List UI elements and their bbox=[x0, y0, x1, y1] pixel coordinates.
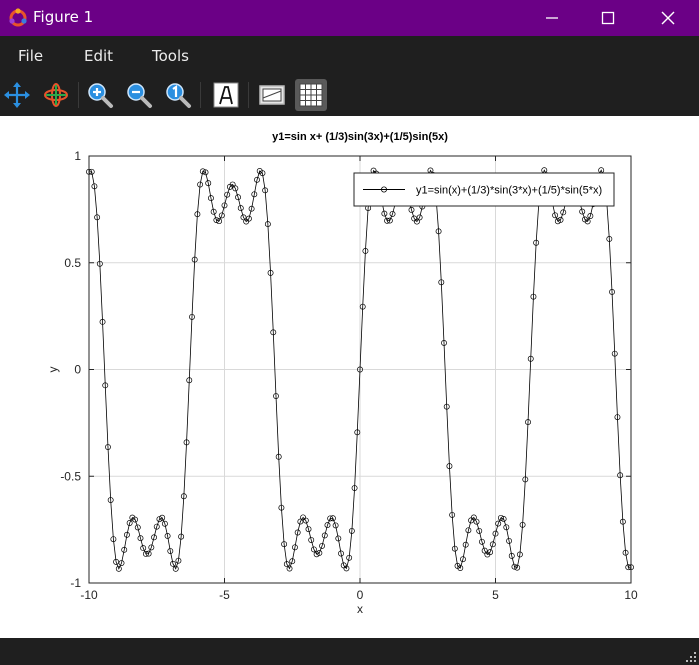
x-axis-label: x bbox=[357, 602, 363, 616]
axes-button[interactable] bbox=[256, 79, 288, 111]
close-icon bbox=[661, 11, 675, 25]
y-axis-label: y bbox=[46, 367, 60, 373]
x-tick-label: -5 bbox=[219, 588, 230, 602]
menu-bar: File Edit Tools bbox=[0, 36, 699, 74]
line-chart: -10 -5 0 5 10 -1 -0.5 0 0.5 1 y1=sin x+ (1/3)sin(… bbox=[46, 131, 638, 616]
pan-button[interactable] bbox=[1, 79, 33, 111]
x-tick-label: 0 bbox=[357, 588, 364, 602]
y-tick-label: 0 bbox=[74, 363, 81, 377]
minimize-icon bbox=[546, 17, 558, 19]
y-tick-label: 1 bbox=[74, 149, 81, 163]
zoom-out-icon bbox=[127, 83, 152, 108]
toolbar-separator bbox=[200, 82, 201, 108]
maximize-icon bbox=[601, 11, 615, 25]
zoom-out-button[interactable] bbox=[123, 79, 155, 111]
app-logo-icon bbox=[9, 8, 27, 27]
menu-edit[interactable]: Edit bbox=[84, 47, 113, 65]
legend-entry: y1=sin(x)+(1/3)*sin(3*x)+(1/5)*sin(5*x) bbox=[416, 185, 602, 197]
menu-file[interactable]: File bbox=[18, 47, 43, 65]
status-bar bbox=[0, 638, 699, 665]
maximize-button[interactable] bbox=[585, 0, 631, 36]
menu-tools[interactable]: Tools bbox=[152, 47, 189, 65]
toolbar-separator bbox=[248, 82, 249, 108]
grid-icon bbox=[299, 83, 323, 107]
legend: y1=sin(x)+(1/3)*sin(3*x)+(1/5)*sin(5*x) bbox=[353, 172, 615, 207]
rotate-icon bbox=[44, 83, 68, 107]
toolbar-separator bbox=[78, 82, 79, 108]
toolbar bbox=[0, 74, 699, 116]
x-tick-label: 10 bbox=[624, 588, 638, 602]
pan-arrows-icon bbox=[4, 82, 30, 108]
rotate-button[interactable] bbox=[40, 79, 72, 111]
y-tick-label: -0.5 bbox=[60, 469, 81, 483]
window-title: Figure 1 bbox=[33, 8, 94, 26]
insert-text-button[interactable] bbox=[210, 79, 242, 111]
y-tick-label: 0.5 bbox=[64, 256, 81, 270]
zoom-in-icon bbox=[88, 83, 113, 108]
chart-title: y1=sin x+ (1/3)sin(3x)+(1/5)sin(5x) bbox=[272, 131, 448, 143]
figure-canvas: -10 -5 0 5 10 -1 -0.5 0 0.5 1 y1=sin x+ (1/3)sin(… bbox=[0, 116, 699, 638]
insert-text-icon bbox=[213, 82, 239, 108]
title-bar: Figure 1 bbox=[0, 0, 699, 36]
axes-icon bbox=[259, 85, 285, 105]
y-tick-label: -1 bbox=[70, 576, 81, 590]
x-tick-label: -10 bbox=[80, 588, 98, 602]
minimize-button[interactable] bbox=[529, 0, 575, 36]
resize-grip-icon[interactable] bbox=[685, 651, 697, 663]
x-tick-label: 5 bbox=[492, 588, 499, 602]
zoom-in-button[interactable] bbox=[84, 79, 116, 111]
zoom-original-icon bbox=[166, 83, 191, 108]
close-button[interactable] bbox=[645, 0, 691, 36]
zoom-original-button[interactable] bbox=[162, 79, 194, 111]
grid-button[interactable] bbox=[295, 79, 327, 111]
